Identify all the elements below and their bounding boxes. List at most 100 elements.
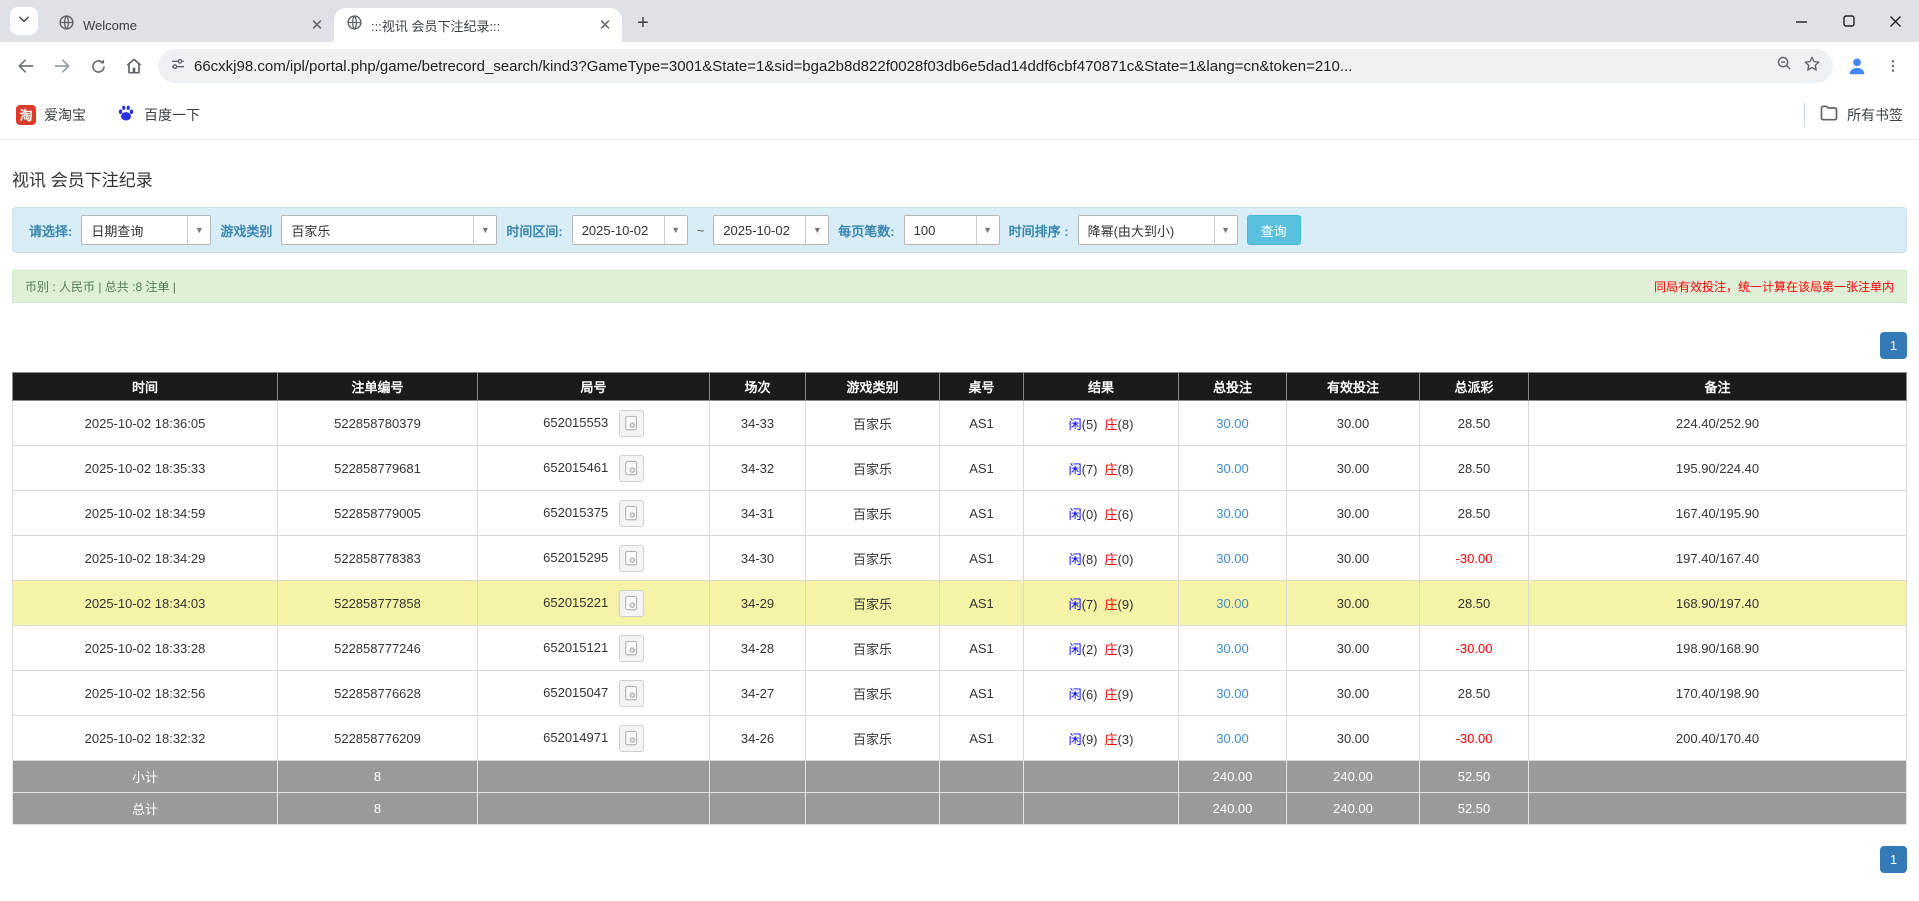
total-bet-link[interactable]: 30.00: [1216, 731, 1249, 746]
video-replay-button[interactable]: [619, 455, 644, 482]
home-icon[interactable]: [116, 48, 152, 84]
menu-kebab-icon[interactable]: [1875, 48, 1911, 84]
cell-payout: 28.50: [1420, 581, 1529, 626]
cell-session: 34-29: [710, 581, 806, 626]
cell-valid-bet: 30.00: [1287, 626, 1420, 671]
column-header: 备注: [1529, 373, 1907, 401]
url-text[interactable]: 66cxkj98.com/ipl/portal.php/game/betreco…: [194, 58, 1768, 75]
maximize-icon[interactable]: [1825, 0, 1872, 42]
pagination-top: 1: [12, 332, 1907, 359]
chevron-down-icon: ▼: [805, 216, 828, 244]
cell-time: 2025-10-02 18:35:33: [13, 446, 278, 491]
info-bar: 币别 : 人民币 | 总共 :8 注单 | 同局有效投注，统一计算在该局第一张注…: [12, 270, 1907, 303]
reload-icon[interactable]: [80, 48, 116, 84]
cell-total-bet: 30.00: [1179, 626, 1287, 671]
omnibox-actions: [1776, 55, 1821, 78]
total-count: 8: [278, 793, 478, 825]
minimize-icon[interactable]: [1778, 0, 1825, 42]
column-header: 游戏类别: [806, 373, 940, 401]
video-replay-button[interactable]: [619, 500, 644, 527]
player-score: (7): [1082, 597, 1098, 612]
banker-result: 庄: [1105, 462, 1118, 477]
video-replay-button[interactable]: [619, 545, 644, 572]
player-score: (5): [1082, 417, 1098, 432]
column-header: 注单编号: [278, 373, 478, 401]
url-bar[interactable]: 66cxkj98.com/ipl/portal.php/game/betreco…: [158, 49, 1833, 83]
total-bet-link[interactable]: 30.00: [1216, 506, 1249, 521]
total-total-bet: 240.00: [1179, 793, 1287, 825]
search-button[interactable]: 查询: [1247, 215, 1301, 245]
forward-icon[interactable]: [44, 48, 80, 84]
cell-total-bet: 30.00: [1179, 581, 1287, 626]
player-result: 闲: [1069, 597, 1082, 612]
tab-search-button[interactable]: [10, 7, 38, 35]
page-1-button[interactable]: 1: [1880, 846, 1907, 873]
tab-betrecord[interactable]: :::视讯 会员下注纪录::: ✕: [334, 8, 622, 42]
cell-game-type: 百家乐: [806, 671, 940, 716]
banker-score: (9): [1118, 597, 1134, 612]
total-bet-link[interactable]: 30.00: [1216, 596, 1249, 611]
game-type-select[interactable]: 百家乐 ▼: [281, 215, 497, 245]
total-bet-link[interactable]: 30.00: [1216, 641, 1249, 656]
bookmark-star-icon[interactable]: [1803, 55, 1821, 78]
profile-avatar[interactable]: [1839, 48, 1875, 84]
page-content: 视讯 会员下注纪录 请选择: 日期查询 ▼ 游戏类别 百家乐 ▼ 时间区间: 2…: [0, 166, 1919, 873]
video-replay-button[interactable]: [619, 725, 644, 752]
cell-valid-bet: 30.00: [1287, 536, 1420, 581]
query-type-select[interactable]: 日期查询 ▼: [81, 215, 211, 245]
cell-result: 闲(8)庄(0): [1024, 536, 1179, 581]
cell-session: 34-30: [710, 536, 806, 581]
cell-bet-id: 522858776209: [278, 716, 478, 761]
round-number: 652014971: [543, 729, 608, 744]
video-replay-button[interactable]: [619, 410, 644, 437]
tab-welcome[interactable]: Welcome ✕: [46, 8, 334, 42]
video-replay-button[interactable]: [619, 590, 644, 617]
new-tab-button[interactable]: +: [628, 8, 658, 38]
close-icon[interactable]: ✕: [308, 16, 326, 34]
cell-game-type: 百家乐: [806, 446, 940, 491]
cell-game-type: 百家乐: [806, 536, 940, 581]
player-result: 闲: [1069, 462, 1082, 477]
video-replay-button[interactable]: [619, 635, 644, 662]
cell-round: 652015461: [478, 446, 710, 491]
bookmark-baidu[interactable]: 百度一下: [116, 103, 200, 126]
cell-bet-id: 522858777246: [278, 626, 478, 671]
cell-round: 652015295: [478, 536, 710, 581]
sort-label: 时间排序 :: [1009, 221, 1069, 240]
chevron-down-icon: ▼: [187, 216, 210, 244]
sort-select[interactable]: 降幂(由大到小) ▼: [1078, 215, 1238, 245]
chevron-down-icon: ▼: [664, 216, 687, 244]
date-to-select[interactable]: 2025-10-02 ▼: [713, 215, 829, 245]
close-icon[interactable]: ✕: [596, 16, 614, 34]
date-from-select[interactable]: 2025-10-02 ▼: [572, 215, 688, 245]
site-info-icon[interactable]: [170, 56, 186, 77]
cell-payout: -30.00: [1420, 536, 1529, 581]
close-window-icon[interactable]: [1872, 0, 1919, 42]
bookmark-taobao[interactable]: 淘 爱淘宝: [16, 105, 86, 125]
page-size-select[interactable]: 100 ▼: [904, 215, 1000, 245]
table-row: 2025-10-02 18:33:28 522858777246 6520151…: [13, 626, 1907, 671]
bookmarks-bar: 淘 爱淘宝 百度一下 所有书签: [0, 90, 1919, 140]
cell-time: 2025-10-02 18:36:05: [13, 401, 278, 446]
total-bet-link[interactable]: 30.00: [1216, 461, 1249, 476]
back-icon[interactable]: [8, 48, 44, 84]
cell-result: 闲(2)庄(3): [1024, 626, 1179, 671]
round-number: 652015047: [543, 684, 608, 699]
total-bet-link[interactable]: 30.00: [1216, 686, 1249, 701]
total-bet-link[interactable]: 30.00: [1216, 416, 1249, 431]
player-score: (2): [1082, 642, 1098, 657]
subtotal-label: 小计: [13, 761, 278, 793]
round-number: 652015375: [543, 504, 608, 519]
total-bet-link[interactable]: 30.00: [1216, 551, 1249, 566]
zoom-icon[interactable]: [1776, 55, 1793, 77]
taobao-icon: 淘: [16, 105, 36, 125]
page-1-button[interactable]: 1: [1880, 332, 1907, 359]
cell-bet-id: 522858780379: [278, 401, 478, 446]
cell-time: 2025-10-02 18:34:03: [13, 581, 278, 626]
all-bookmarks-button[interactable]: 所有书签: [1819, 103, 1903, 126]
note-text: 同局有效投注，统一计算在该局第一张注单内: [1654, 278, 1894, 295]
divider: [1804, 103, 1805, 127]
video-replay-button[interactable]: [619, 680, 644, 707]
column-header: 总派彩: [1420, 373, 1529, 401]
cell-bet-id: 522858777858: [278, 581, 478, 626]
